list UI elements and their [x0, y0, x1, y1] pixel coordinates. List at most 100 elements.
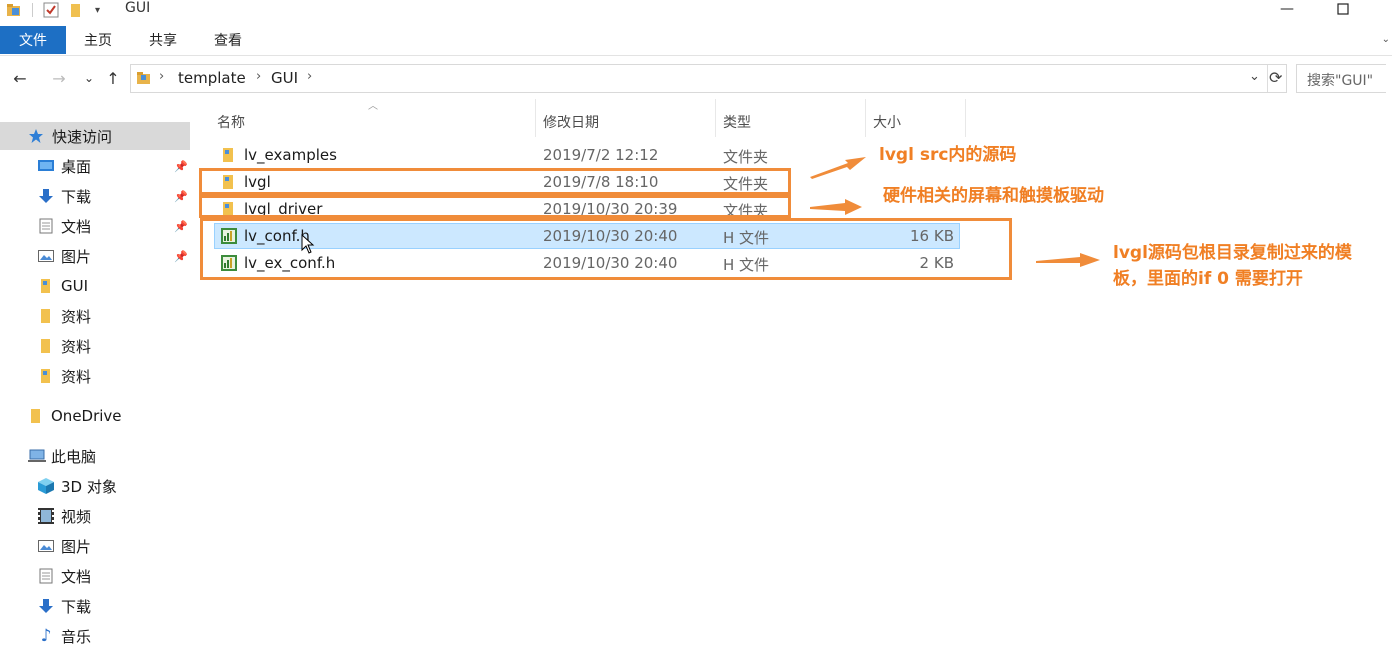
document-icon [37, 567, 55, 585]
document-icon [37, 217, 55, 235]
navigation-pane: 快速访问 桌面 📌 下载 📌 文档 📌 图片 📌 GUI 资料 资料 资料 On… [0, 99, 196, 657]
column-header-date[interactable]: 修改日期 [543, 107, 599, 137]
folder-properties-icon[interactable] [6, 3, 22, 17]
quick-access-toolbar: ▾ [6, 1, 100, 19]
search-input[interactable]: 搜索"GUI" [1296, 64, 1392, 93]
sidebar-item-videos[interactable]: 视频 [0, 502, 190, 530]
star-icon [27, 127, 45, 145]
column-divider[interactable] [535, 99, 536, 137]
sidebar-item-label: 图片 [61, 537, 92, 556]
pictures-icon [37, 247, 55, 265]
folder-location-icon [136, 70, 152, 86]
annotation-box-lvgl [199, 168, 791, 195]
annotation-note-conf-line2: 板，里面的if 0 需要打开 [1113, 269, 1303, 289]
3d-objects-icon [37, 477, 55, 495]
sidebar-item-label: OneDrive [51, 407, 122, 425]
sidebar-item-label: 资料 [61, 307, 92, 326]
breadcrumb-gui[interactable]: GUI [271, 69, 298, 87]
sidebar-item-quick-access[interactable]: 快速访问 [0, 122, 190, 150]
videos-icon [37, 507, 55, 525]
sidebar-item-downloads[interactable]: 下载 📌 [0, 182, 190, 210]
sidebar-item-label: 下载 [61, 597, 92, 616]
pictures-icon [37, 537, 55, 555]
table-row[interactable]: lv_examples 2019/7/2 12:12 文件夹 [214, 142, 960, 168]
column-divider[interactable] [865, 99, 866, 137]
download-icon [37, 597, 55, 615]
sidebar-item-label: 桌面 [61, 157, 92, 176]
annotation-note-conf-line1: lvgl源码包根目录复制过来的模 [1113, 243, 1352, 263]
sidebar-item-pictures[interactable]: 图片 [0, 532, 190, 560]
folder-icon [37, 277, 55, 295]
column-header-name[interactable]: 名称 [217, 107, 245, 137]
sidebar-item-downloads[interactable]: 下载 [0, 592, 190, 620]
tab-share[interactable]: 共享 [135, 26, 191, 54]
sidebar-item-music[interactable]: ♪ 音乐 [0, 622, 190, 650]
up-button[interactable]: ↑ [102, 67, 124, 89]
sidebar-item-label: 视频 [61, 507, 92, 526]
tab-file[interactable]: 文件 [0, 26, 66, 54]
sidebar-item-label: 图片 [61, 247, 92, 266]
sidebar-item-ziliao[interactable]: 资料 [0, 362, 190, 390]
folder-icon [220, 146, 238, 164]
pin-icon[interactable]: 📌 [174, 220, 188, 233]
sidebar-item-desktop[interactable]: 桌面 📌 [0, 152, 190, 180]
new-folder-icon[interactable] [69, 2, 83, 18]
maximize-button[interactable] [1320, 0, 1366, 18]
sidebar-item-ziliao[interactable]: 资料 [0, 332, 190, 360]
sidebar-item-3d-objects[interactable]: 3D 对象 [0, 472, 190, 500]
sidebar-item-pictures[interactable]: 图片 📌 [0, 242, 190, 270]
sidebar-item-label: 此电脑 [51, 447, 97, 466]
sidebar-item-label: 资料 [61, 337, 92, 356]
navigation-bar: ← → ⌄ ↑ › template › GUI › ⌄ ⟳ 搜索"GUI" [0, 57, 1392, 99]
computer-icon [28, 447, 46, 465]
column-divider[interactable] [965, 99, 966, 137]
file-date: 2019/7/2 12:12 [543, 146, 659, 164]
sidebar-item-label: 快速访问 [52, 127, 113, 146]
pin-icon[interactable]: 📌 [174, 160, 188, 173]
sidebar-item-gui[interactable]: GUI [0, 272, 190, 300]
sidebar-item-label: 3D 对象 [61, 477, 117, 496]
breadcrumb-separator[interactable]: › [307, 69, 312, 84]
pin-icon[interactable]: 📌 [174, 190, 188, 203]
back-button[interactable]: ← [9, 67, 31, 89]
folder-icon [37, 367, 55, 385]
tab-home[interactable]: 主页 [70, 26, 126, 54]
address-bar[interactable]: › template › GUI › ⌄ ⟳ [130, 64, 1287, 93]
ribbon-expand-icon[interactable]: ⌄ [1382, 34, 1390, 45]
pin-icon[interactable]: 📌 [174, 250, 188, 263]
refresh-button[interactable]: ⟳ [1269, 68, 1282, 87]
desktop-icon [37, 157, 55, 175]
tab-view[interactable]: 查看 [200, 26, 256, 54]
sidebar-item-onedrive[interactable]: OneDrive [0, 402, 190, 430]
checkbox-icon[interactable] [43, 2, 59, 18]
sidebar-item-ziliao[interactable]: 资料 [0, 302, 190, 330]
sidebar-item-label: 资料 [61, 367, 92, 386]
minimize-button[interactable]: — [1264, 0, 1310, 18]
sidebar-item-documents[interactable]: 文档 [0, 562, 190, 590]
sidebar-item-label: 文档 [61, 217, 92, 236]
column-divider[interactable] [715, 99, 716, 137]
folder-icon [27, 407, 45, 425]
vertical-scrollbar[interactable] [1386, 56, 1392, 657]
folder-icon [37, 337, 55, 355]
folder-icon [37, 307, 55, 325]
breadcrumb-separator[interactable]: › [256, 69, 261, 84]
file-name: lv_examples [244, 146, 337, 164]
sidebar-item-documents[interactable]: 文档 📌 [0, 212, 190, 240]
file-type: 文件夹 [723, 148, 769, 166]
annotation-note-driver: 硬件相关的屏幕和触摸板驱动 [883, 186, 1104, 206]
title-bar: ▾ GUI — [0, 0, 1392, 22]
address-dropdown-button[interactable]: ⌄ [1249, 69, 1260, 84]
column-header-type[interactable]: 类型 [723, 107, 751, 137]
column-header-size[interactable]: 大小 [873, 107, 901, 137]
customize-chevron-icon[interactable]: ▾ [95, 5, 100, 16]
sidebar-item-this-pc[interactable]: 此电脑 [0, 442, 190, 470]
forward-button[interactable]: → [48, 67, 70, 89]
recent-locations-button[interactable]: ⌄ [78, 67, 100, 89]
annotation-note-lvgl: lvgl src内的源码 [879, 145, 1017, 165]
breadcrumb-separator[interactable]: › [159, 69, 164, 84]
sidebar-item-label: 文档 [61, 567, 92, 586]
sidebar-item-label: 下载 [61, 187, 92, 206]
download-icon [37, 187, 55, 205]
breadcrumb-template[interactable]: template [178, 69, 246, 87]
